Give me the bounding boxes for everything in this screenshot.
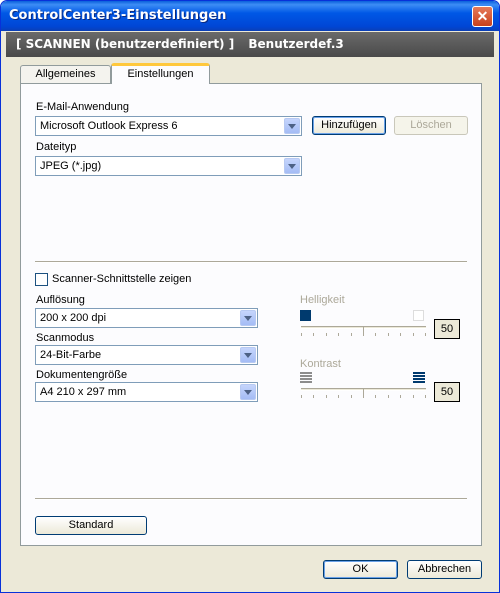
resolution-value: 200 x 200 dpi <box>40 312 107 324</box>
slider-tick <box>425 395 426 398</box>
filetype-label: Dateityp <box>36 141 77 153</box>
filetype-select[interactable]: JPEG (*.jpg) <box>35 156 302 176</box>
brightness-light-icon <box>413 310 424 321</box>
divider <box>35 261 467 263</box>
chevron-down-icon[interactable] <box>284 158 300 174</box>
ok-button[interactable]: OK <box>323 560 398 579</box>
docsize-select[interactable]: A4 210 x 297 mm <box>35 382 258 402</box>
slider-thumb <box>363 327 364 333</box>
chevron-down-icon[interactable] <box>284 118 300 134</box>
brightness-label: Helligkeit <box>300 294 345 306</box>
title-bar[interactable]: ControlCenter3-Einstellungen ✕ <box>1 1 499 31</box>
scanmode-label: Scanmodus <box>36 332 95 344</box>
slider-tick <box>388 395 389 398</box>
docsize-value: A4 210 x 297 mm <box>40 386 127 398</box>
brightness-dark-icon <box>300 310 311 321</box>
close-icon[interactable]: ✕ <box>472 6 493 27</box>
slider-thumb <box>363 389 364 395</box>
slider-tick <box>301 333 302 336</box>
profile-mode: [ SCANNEN (benutzerdefiniert) ] <box>16 37 235 51</box>
slider-tick <box>326 395 327 398</box>
slider-tick <box>326 333 327 336</box>
slider-tick <box>338 333 339 336</box>
slider-tick <box>338 395 339 398</box>
email-app-value: Microsoft Outlook Express 6 <box>40 120 178 132</box>
delete-button: Löschen <box>394 116 468 135</box>
slider-tick <box>425 333 426 336</box>
cancel-button[interactable]: Abbrechen <box>407 560 482 579</box>
email-app-label: E-Mail-Anwendung <box>36 101 129 113</box>
email-app-select[interactable]: Microsoft Outlook Express 6 <box>35 116 302 136</box>
slider-tick <box>400 395 401 398</box>
scanmode-select[interactable]: 24-Bit-Farbe <box>35 345 258 365</box>
slider-tick <box>400 333 401 336</box>
dialog-window: ControlCenter3-Einstellungen ✕ [ SCANNEN… <box>0 0 500 593</box>
slider-tick <box>351 395 352 398</box>
slider-tick <box>351 333 352 336</box>
chevron-down-icon[interactable] <box>240 384 256 400</box>
scanner-ui-checkbox[interactable] <box>35 273 48 286</box>
slider-tick <box>375 333 376 336</box>
contrast-high-icon <box>413 372 425 383</box>
standard-button[interactable]: Standard <box>35 516 147 535</box>
scanner-ui-label[interactable]: Scanner-Schnittstelle zeigen <box>52 273 191 285</box>
resolution-label: Auflösung <box>36 294 85 306</box>
slider-tick <box>363 333 364 336</box>
chevron-down-icon[interactable] <box>240 347 256 363</box>
slider-tick <box>363 395 364 398</box>
docsize-label: Dokumentengröße <box>36 369 128 381</box>
filetype-value: JPEG (*.jpg) <box>40 160 102 172</box>
slider-tick <box>413 333 414 336</box>
contrast-value: 50 <box>434 382 460 402</box>
scanmode-value: 24-Bit-Farbe <box>40 349 102 361</box>
tab-einstellungen[interactable]: Einstellungen <box>111 63 210 84</box>
profile-name: Benutzerdef.3 <box>248 37 344 51</box>
settings-panel: E-Mail-Anwendung Microsoft Outlook Expre… <box>20 83 482 546</box>
chevron-down-icon[interactable] <box>240 310 256 326</box>
slider-tick <box>313 395 314 398</box>
window-title: ControlCenter3-Einstellungen <box>9 8 227 23</box>
brightness-value: 50 <box>434 319 460 339</box>
resolution-select[interactable]: 200 x 200 dpi <box>35 308 258 328</box>
divider <box>35 498 467 500</box>
slider-tick <box>313 333 314 336</box>
contrast-low-icon <box>300 372 312 383</box>
add-button[interactable]: Hinzufügen <box>312 116 386 135</box>
slider-tick <box>388 333 389 336</box>
tab-allgemeines[interactable]: Allgemeines <box>20 65 111 84</box>
contrast-label: Kontrast <box>300 358 341 370</box>
slider-tick <box>413 395 414 398</box>
slider-tick <box>301 395 302 398</box>
profile-header: [ SCANNEN (benutzerdefiniert) ] Benutzer… <box>6 32 494 57</box>
slider-tick <box>375 395 376 398</box>
